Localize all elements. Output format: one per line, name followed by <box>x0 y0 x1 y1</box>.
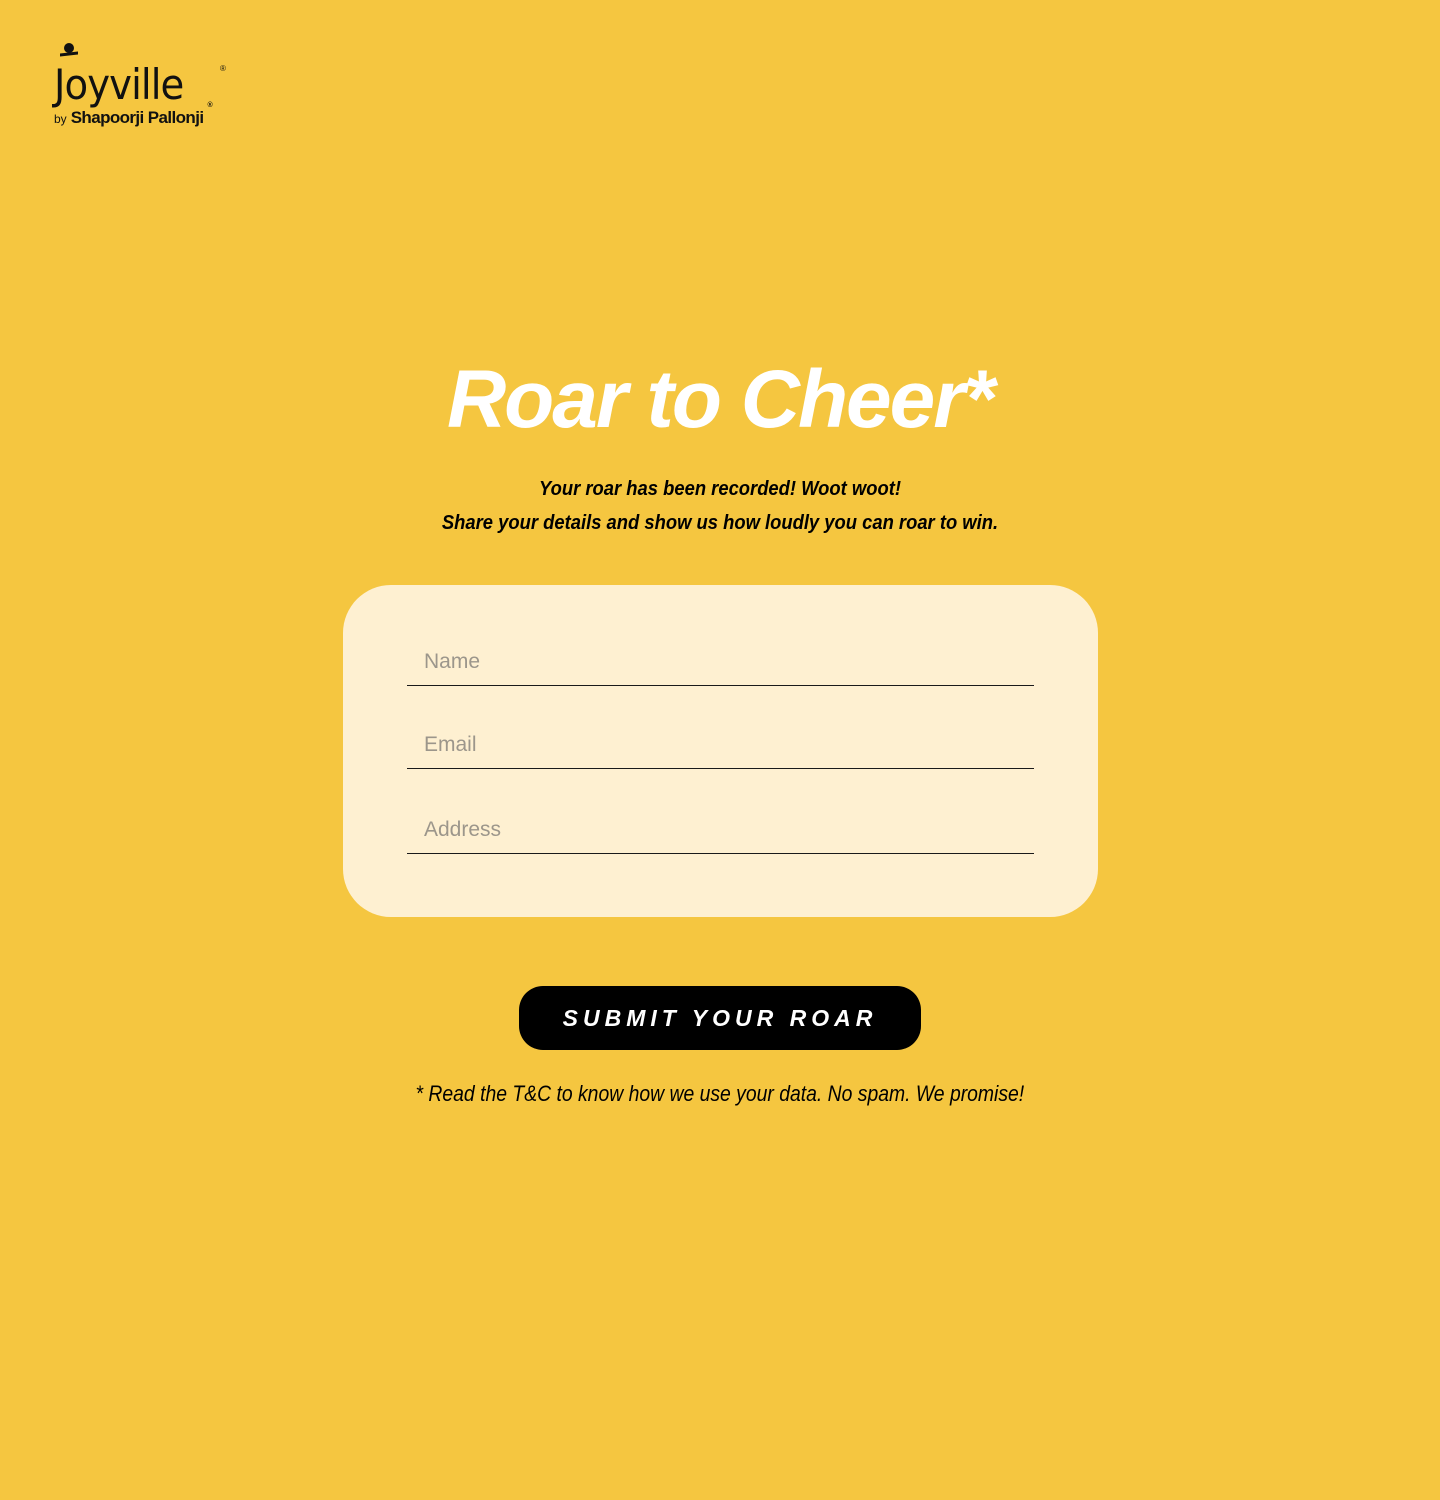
logo-byline: by Shapoorji Pallonji ® <box>54 102 234 128</box>
brand-logo[interactable]: Joyville ® by Shapoorji Pallonji ® <box>54 42 234 134</box>
email-input[interactable] <box>407 722 1034 768</box>
address-input[interactable] <box>407 807 1034 853</box>
logo-company-name: Shapoorji Pallonji <box>70 108 204 127</box>
registered-mark: ® <box>220 64 226 73</box>
logo-wordmark-row: Joyville ® <box>54 42 234 106</box>
subtitle-line-1: Your roar has been recorded! Woot woot! <box>539 478 901 500</box>
submit-roar-button[interactable]: SUBMIT YOUR ROAR <box>519 986 921 1050</box>
terms-disclaimer-text[interactable]: * Read the T&C to know how we use your d… <box>416 1078 1025 1110</box>
logo-wordmark: Joyville <box>54 60 184 109</box>
page-title: Roar to Cheer* <box>446 354 995 445</box>
logo-by-text: by <box>54 112 67 126</box>
subtitle-line-2: Share your details and show us how loudl… <box>441 512 999 534</box>
name-field-wrapper <box>407 639 1034 686</box>
page-subtitle: Your roar has been recorded! Woot woot! … <box>0 472 1440 540</box>
terms-disclaimer: * Read the T&C to know how we use your d… <box>0 1078 1440 1110</box>
name-input[interactable] <box>407 639 1034 685</box>
address-field-wrapper <box>407 807 1034 854</box>
email-field-wrapper <box>407 722 1034 769</box>
details-form-card <box>343 585 1098 917</box>
